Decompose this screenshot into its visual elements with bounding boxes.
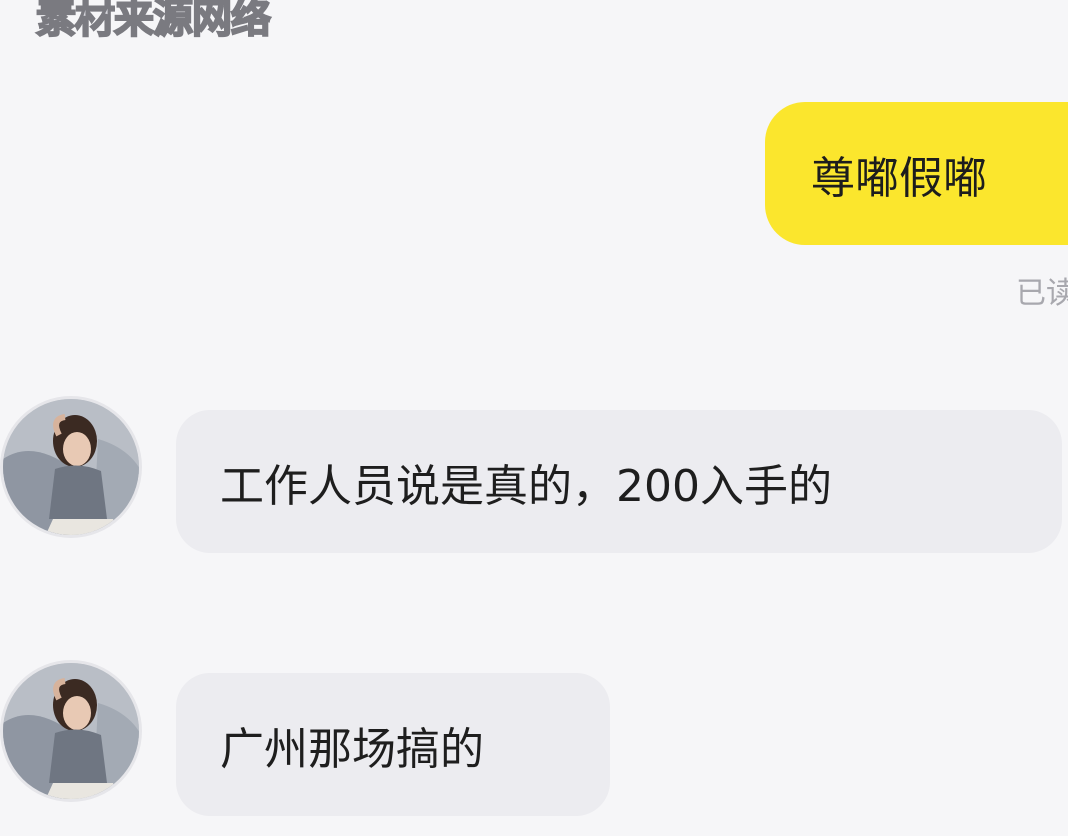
contact-avatar[interactable] xyxy=(0,396,142,538)
watermark-text: 素材来源网络 xyxy=(35,0,272,43)
incoming-message-text: 广州那场搞的 xyxy=(220,723,484,775)
outgoing-message-text: 尊嘟假嘟 xyxy=(811,152,987,204)
avatar-photo-icon xyxy=(3,663,139,799)
read-status-label: 已读 xyxy=(1016,276,1068,311)
contact-avatar[interactable] xyxy=(0,660,142,802)
incoming-message-text: 工作人员说是真的，200入手的 xyxy=(220,460,832,512)
avatar-photo-icon xyxy=(3,399,139,535)
incoming-message-bubble[interactable]: 工作人员说是真的，200入手的 xyxy=(176,410,1062,553)
outgoing-message-bubble[interactable]: 尊嘟假嘟 xyxy=(765,102,1068,245)
incoming-message-bubble[interactable]: 广州那场搞的 xyxy=(176,673,610,816)
